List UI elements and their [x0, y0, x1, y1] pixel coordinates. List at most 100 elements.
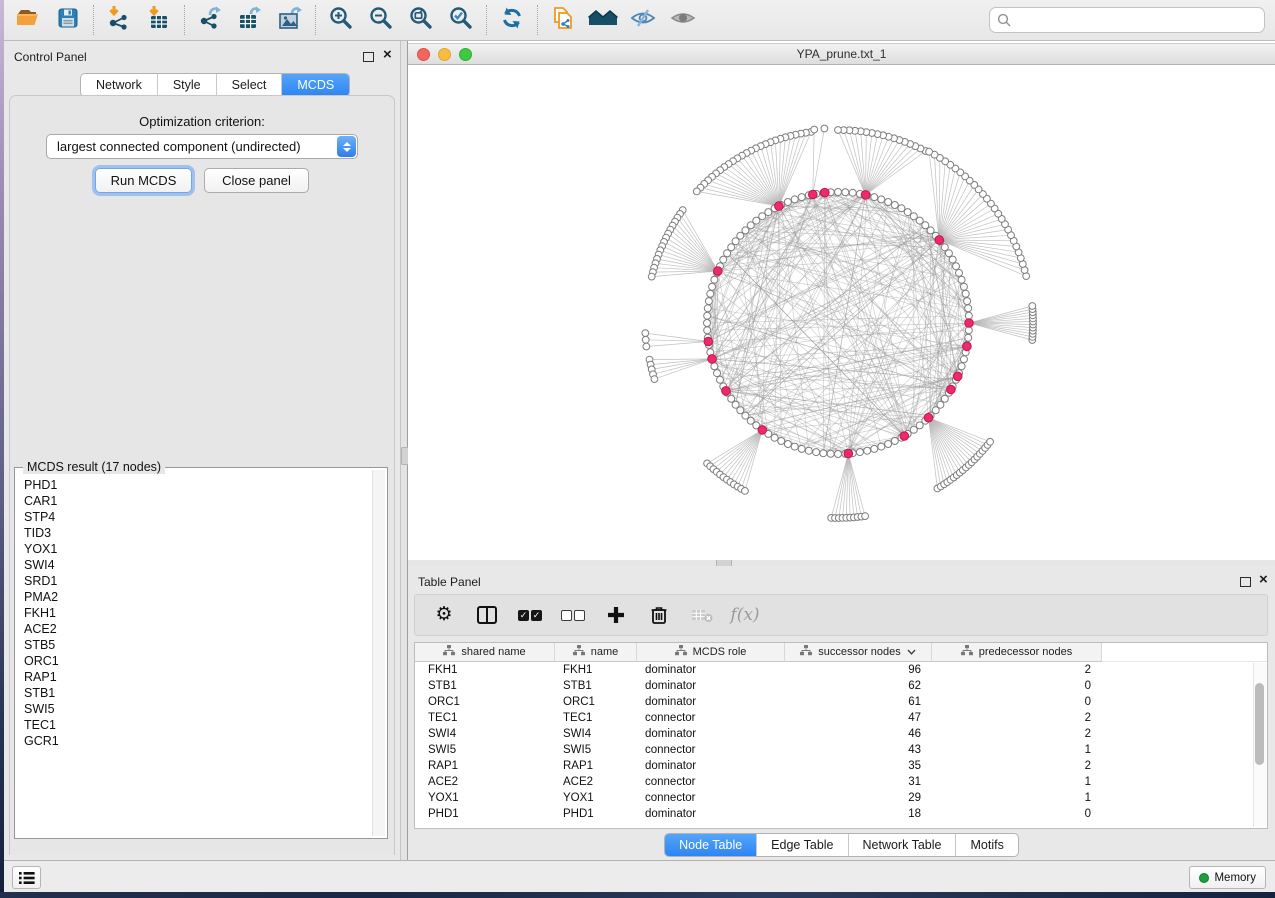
graph-fan-edge[interactable] — [653, 359, 712, 374]
graph-node[interactable] — [711, 276, 718, 283]
graph-node[interactable] — [798, 194, 805, 201]
graph-node[interactable] — [711, 363, 718, 370]
graph-fan-edge[interactable] — [717, 430, 763, 472]
show-panels-button[interactable] — [663, 4, 703, 36]
graph-node[interactable] — [705, 298, 712, 305]
result-node[interactable]: GCR1 — [18, 733, 372, 749]
graph-fan-edge[interactable] — [929, 418, 951, 480]
graph-node[interactable] — [835, 189, 842, 196]
graph-fan-edge[interactable] — [654, 359, 712, 379]
copy-view-button[interactable] — [543, 4, 583, 36]
graph-hub-node[interactable] — [758, 426, 767, 435]
export-image-button[interactable] — [270, 4, 310, 36]
column-header-successor-nodes[interactable]: successor nodes — [785, 643, 932, 662]
graph-fan-edge[interactable] — [866, 142, 905, 195]
vertical-splitter[interactable] — [400, 41, 408, 860]
graph-node[interactable] — [964, 298, 971, 305]
graph-leaf-node[interactable] — [651, 376, 658, 383]
graph-node[interactable] — [704, 305, 711, 312]
graph-node[interactable] — [778, 438, 785, 445]
memory-button[interactable]: Memory — [1189, 866, 1266, 889]
table-row[interactable]: FKH1FKH1dominator962 — [415, 662, 1267, 678]
graph-node[interactable] — [707, 290, 714, 297]
graph-hub-node[interactable] — [924, 413, 933, 422]
result-node[interactable]: TID3 — [18, 525, 372, 541]
save-session-button[interactable] — [48, 4, 88, 36]
table-row[interactable]: STB1STB1dominator620 — [415, 678, 1267, 694]
graph-fan-edge[interactable] — [866, 144, 911, 195]
zoom-selected-button[interactable] — [441, 4, 481, 36]
table-row[interactable]: ACE2ACE2connector311 — [415, 774, 1267, 790]
export-network-button[interactable] — [190, 4, 230, 36]
result-node[interactable]: CAR1 — [18, 493, 372, 509]
mcds-result-list[interactable]: PHD1CAR1STP4TID3YOX1SWI4SRD1PMA2FKH1ACE2… — [18, 477, 372, 835]
graph-edge[interactable] — [931, 230, 941, 404]
hide-panels-button[interactable] — [623, 4, 663, 36]
graph-node[interactable] — [791, 196, 798, 203]
settings-gear-icon[interactable]: ⚙ — [432, 602, 456, 628]
graph-node[interactable] — [720, 256, 727, 263]
graph-leaf-node[interactable] — [693, 188, 700, 195]
graph-fan-edge[interactable] — [723, 430, 762, 477]
close-window-icon[interactable] — [417, 48, 430, 61]
graph-hub-node[interactable] — [900, 432, 909, 441]
graph-leaf-node[interactable] — [835, 127, 842, 134]
graph-node[interactable] — [835, 451, 842, 458]
float-panel-icon[interactable] — [363, 52, 374, 62]
scrollbar-thumb[interactable] — [1255, 683, 1264, 765]
close-panel-button[interactable]: Close panel — [204, 168, 309, 193]
import-table-button[interactable] — [139, 4, 179, 36]
result-node[interactable]: FKH1 — [18, 605, 372, 621]
tab-network-table[interactable]: Network Table — [849, 834, 957, 856]
graph-fan-edge[interactable] — [929, 418, 978, 457]
tab-motifs[interactable]: Motifs — [956, 834, 1017, 856]
result-node[interactable]: SRD1 — [18, 573, 372, 589]
table-row[interactable]: TEC1TEC1connector472 — [415, 710, 1267, 726]
graph-node[interactable] — [704, 312, 711, 319]
graph-fan-edge[interactable] — [779, 135, 796, 206]
graph-fan-edge[interactable] — [813, 129, 825, 195]
graph-node[interactable] — [962, 290, 969, 297]
result-node[interactable]: PMA2 — [18, 589, 372, 605]
graph-node[interactable] — [904, 209, 911, 216]
graph-node[interactable] — [765, 209, 772, 216]
run-mcds-button[interactable]: Run MCDS — [95, 168, 192, 193]
graph-node[interactable] — [704, 327, 711, 334]
deselect-all-icon[interactable] — [561, 602, 585, 628]
tab-select[interactable]: Select — [217, 74, 283, 96]
graph-node[interactable] — [871, 445, 878, 452]
graph-leaf-node[interactable] — [742, 488, 749, 495]
graph-edge[interactable] — [736, 241, 945, 398]
result-node[interactable]: PHD1 — [18, 477, 372, 493]
graph-node[interactable] — [820, 450, 827, 457]
graph-hub-node[interactable] — [947, 385, 956, 394]
graph-leaf-node[interactable] — [643, 343, 650, 350]
graph-node[interactable] — [885, 441, 892, 448]
graph-fan-edge[interactable] — [724, 167, 779, 206]
graph-node[interactable] — [805, 447, 812, 454]
graph-leaf-node[interactable] — [821, 125, 828, 132]
graph-node[interactable] — [910, 213, 917, 220]
graph-fan-edge[interactable] — [677, 218, 717, 271]
result-node[interactable]: RAP1 — [18, 669, 372, 685]
graph-leaf-node[interactable] — [648, 273, 655, 280]
graph-node[interactable] — [945, 250, 952, 257]
graph-fan-edge[interactable] — [939, 194, 983, 240]
graph-node[interactable] — [958, 276, 965, 283]
result-node[interactable]: STB1 — [18, 685, 372, 701]
delete-row-icon[interactable] — [647, 602, 671, 628]
column-header-shared-name[interactable]: shared name — [415, 643, 555, 662]
graph-fan-edge[interactable] — [866, 149, 921, 195]
tab-edge-table[interactable]: Edge Table — [757, 834, 848, 856]
graph-node[interactable] — [898, 205, 905, 212]
graph-node[interactable] — [871, 194, 878, 201]
graph-hub-node[interactable] — [722, 387, 731, 396]
graph-fan-edge[interactable] — [939, 185, 974, 240]
graph-fan-edge[interactable] — [855, 131, 866, 195]
graph-hub-node[interactable] — [844, 449, 853, 458]
graph-leaf-node[interactable] — [862, 513, 869, 520]
graph-hub-node[interactable] — [714, 267, 723, 276]
graph-node[interactable] — [885, 199, 892, 206]
table-row[interactable]: PHD1PHD1dominator180 — [415, 806, 1267, 822]
criterion-dropdown[interactable]: largest connected component (undirected) — [46, 134, 358, 159]
